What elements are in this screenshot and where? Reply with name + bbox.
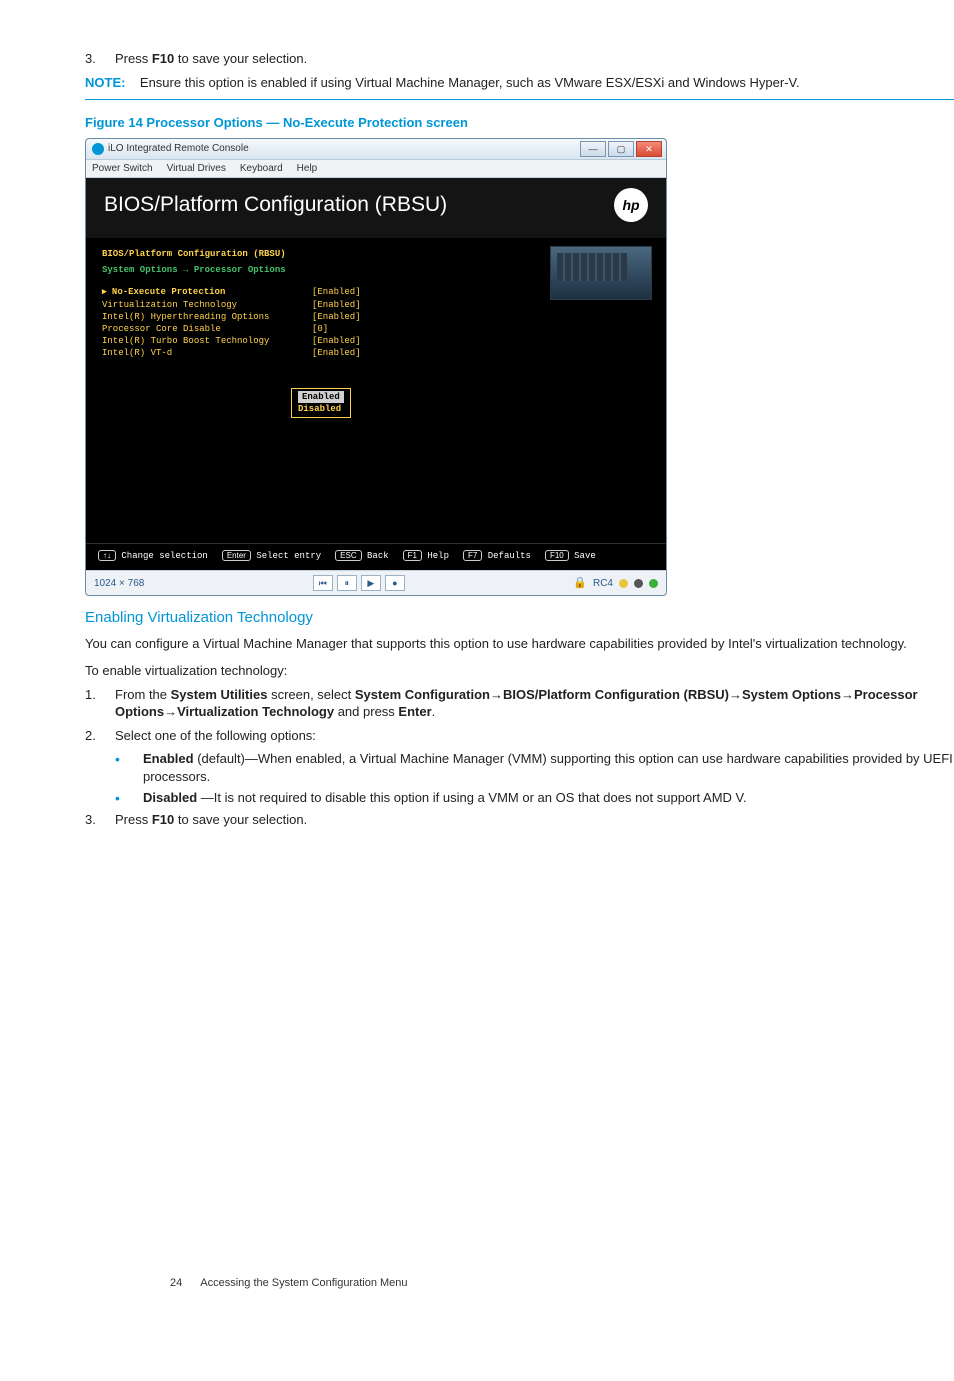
footer-hint: F1 Help xyxy=(403,550,449,562)
status-bar: 1024 × 768 ⏮ ⏸ ▶ ● 🔒 RC4 xyxy=(86,570,666,595)
option-label: Processor Core Disable xyxy=(102,323,312,335)
paragraph: To enable virtualization technology: xyxy=(85,662,954,680)
window-titlebar: iLO Integrated Remote Console — ▢ ✕ xyxy=(86,139,666,160)
footer-hint-label: Defaults xyxy=(482,551,531,561)
pause-icon[interactable]: ⏸ xyxy=(337,575,357,591)
hp-icon xyxy=(92,143,104,155)
option-value: [Enabled] xyxy=(312,347,361,359)
note-block: NOTE: Ensure this option is enabled if u… xyxy=(85,74,954,92)
menu-item[interactable]: Power Switch xyxy=(92,162,153,176)
bullet-icon: • xyxy=(115,750,143,785)
status-encryption: RC4 xyxy=(593,577,613,591)
list-number: 1. xyxy=(85,686,115,721)
page-footer: 24 Accessing the System Configuration Me… xyxy=(170,1276,408,1291)
status-dot-green xyxy=(649,579,658,588)
step-2: 2. Select one of the following options: xyxy=(85,727,954,745)
bios-option-row[interactable]: Intel(R) VT-d[Enabled] xyxy=(102,347,650,359)
list-body: Select one of the following options: xyxy=(115,727,954,745)
screenshot: iLO Integrated Remote Console — ▢ ✕ Powe… xyxy=(85,138,667,597)
keycap: ESC xyxy=(335,550,361,561)
minimize-button[interactable]: — xyxy=(580,141,606,157)
dropdown-popup[interactable]: Enabled Disabled xyxy=(291,388,351,418)
footer-hint-label: Help xyxy=(422,551,449,561)
note-text: Ensure this option is enabled if using V… xyxy=(140,75,800,90)
lock-icon: 🔒 xyxy=(573,576,587,591)
footer-hint-label: Back xyxy=(362,551,389,561)
bios-option-row[interactable]: Processor Core Disable[0] xyxy=(102,323,650,335)
bios-header: BIOS/Platform Configuration (RBSU) hp xyxy=(86,178,666,238)
status-resolution: 1024 × 768 xyxy=(94,577,144,591)
list-body: Press F10 to save your selection. xyxy=(115,50,954,68)
bullet-body: Disabled —It is not required to disable … xyxy=(143,789,954,807)
status-dot-yellow xyxy=(619,579,628,588)
note-label: NOTE: xyxy=(85,75,125,90)
footer-hint: ↑↓ Change selection xyxy=(98,550,208,562)
keycap: F1 xyxy=(403,550,422,561)
menu-item[interactable]: Virtual Drives xyxy=(167,162,226,176)
window-title: iLO Integrated Remote Console xyxy=(108,142,249,156)
option-value: [Enabled] xyxy=(312,299,361,311)
option-label: Intel(R) VT-d xyxy=(102,347,312,359)
option-label: No-Execute Protection xyxy=(102,286,312,298)
record-icon[interactable]: ● xyxy=(385,575,405,591)
option-label: Intel(R) Hyperthreading Options xyxy=(102,311,312,323)
popup-option[interactable]: Disabled xyxy=(298,403,344,415)
list-body: From the System Utilities screen, select… xyxy=(115,686,954,721)
keycap: F10 xyxy=(545,550,569,561)
bios-footer: ↑↓ Change selection Enter Select entry ESC… xyxy=(86,543,666,570)
footer-hint-label: Select entry xyxy=(251,551,321,561)
popup-selected[interactable]: Enabled xyxy=(298,391,344,403)
keycap: F7 xyxy=(463,550,482,561)
bios-title: BIOS/Platform Configuration (RBSU) xyxy=(104,191,447,219)
page-number: 24 xyxy=(170,1276,182,1291)
step-3: 3. Press F10 to save your selection. xyxy=(85,811,954,829)
status-dot-dark xyxy=(634,579,643,588)
bullet-icon: • xyxy=(115,789,143,807)
bullet-body: Enabled (default)—When enabled, a Virtua… xyxy=(143,750,954,785)
footer-hint-label: Save xyxy=(569,551,596,561)
bullet-item: •Enabled (default)—When enabled, a Virtu… xyxy=(115,750,954,785)
footer-hint-label: Change selection xyxy=(116,551,208,561)
bios-option-row[interactable]: Virtualization Technology[Enabled] xyxy=(102,299,650,311)
footer-hint: ESC Back xyxy=(335,550,388,562)
hp-logo-icon: hp xyxy=(614,188,648,222)
option-value: [0] xyxy=(312,323,328,335)
note-divider xyxy=(85,99,954,100)
option-value: [Enabled] xyxy=(312,286,361,298)
menu-item[interactable]: Keyboard xyxy=(240,162,283,176)
bullet-item: •Disabled —It is not required to disable… xyxy=(115,789,954,807)
footer-hint: Enter Select entry xyxy=(222,550,321,562)
list-body: Press F10 to save your selection. xyxy=(115,811,954,829)
window-buttons: — ▢ ✕ xyxy=(580,141,666,157)
paragraph: You can configure a Virtual Machine Mana… xyxy=(85,635,954,653)
menubar: Power Switch Virtual Drives Keyboard Hel… xyxy=(86,160,666,179)
maximize-button[interactable]: ▢ xyxy=(608,141,634,157)
option-label: Virtualization Technology xyxy=(102,299,312,311)
server-image xyxy=(550,246,652,300)
bios-option-row[interactable]: Intel(R) Hyperthreading Options[Enabled] xyxy=(102,311,650,323)
option-value: [Enabled] xyxy=(312,311,361,323)
list-number: 3. xyxy=(85,50,115,68)
option-label: Intel(R) Turbo Boost Technology xyxy=(102,335,312,347)
play-icon[interactable]: ▶ xyxy=(361,575,381,591)
list-number: 2. xyxy=(85,727,115,745)
bios-body: BIOS/Platform Configuration (RBSU) Syste… xyxy=(86,238,666,543)
keycap: Enter xyxy=(222,550,251,561)
step-1: 1. From the System Utilities screen, sel… xyxy=(85,686,954,721)
rewind-icon[interactable]: ⏮ xyxy=(313,575,333,591)
footer-hint: F7 Defaults xyxy=(463,550,531,562)
option-value: [Enabled] xyxy=(312,335,361,347)
figure-caption: Figure 14 Processor Options — No-Execute… xyxy=(85,114,954,132)
step-3-top: 3. Press F10 to save your selection. xyxy=(85,50,954,68)
menu-item[interactable]: Help xyxy=(297,162,318,176)
footer-hint: F10 Save xyxy=(545,550,596,562)
section-heading: Enabling Virtualization Technology xyxy=(85,608,954,628)
bios-option-row[interactable]: Intel(R) Turbo Boost Technology[Enabled] xyxy=(102,335,650,347)
playback-controls: ⏮ ⏸ ▶ ● xyxy=(313,575,405,591)
keycap: ↑↓ xyxy=(98,550,116,561)
close-button[interactable]: ✕ xyxy=(636,141,662,157)
chapter-title: Accessing the System Configuration Menu xyxy=(200,1276,407,1291)
list-number: 3. xyxy=(85,811,115,829)
